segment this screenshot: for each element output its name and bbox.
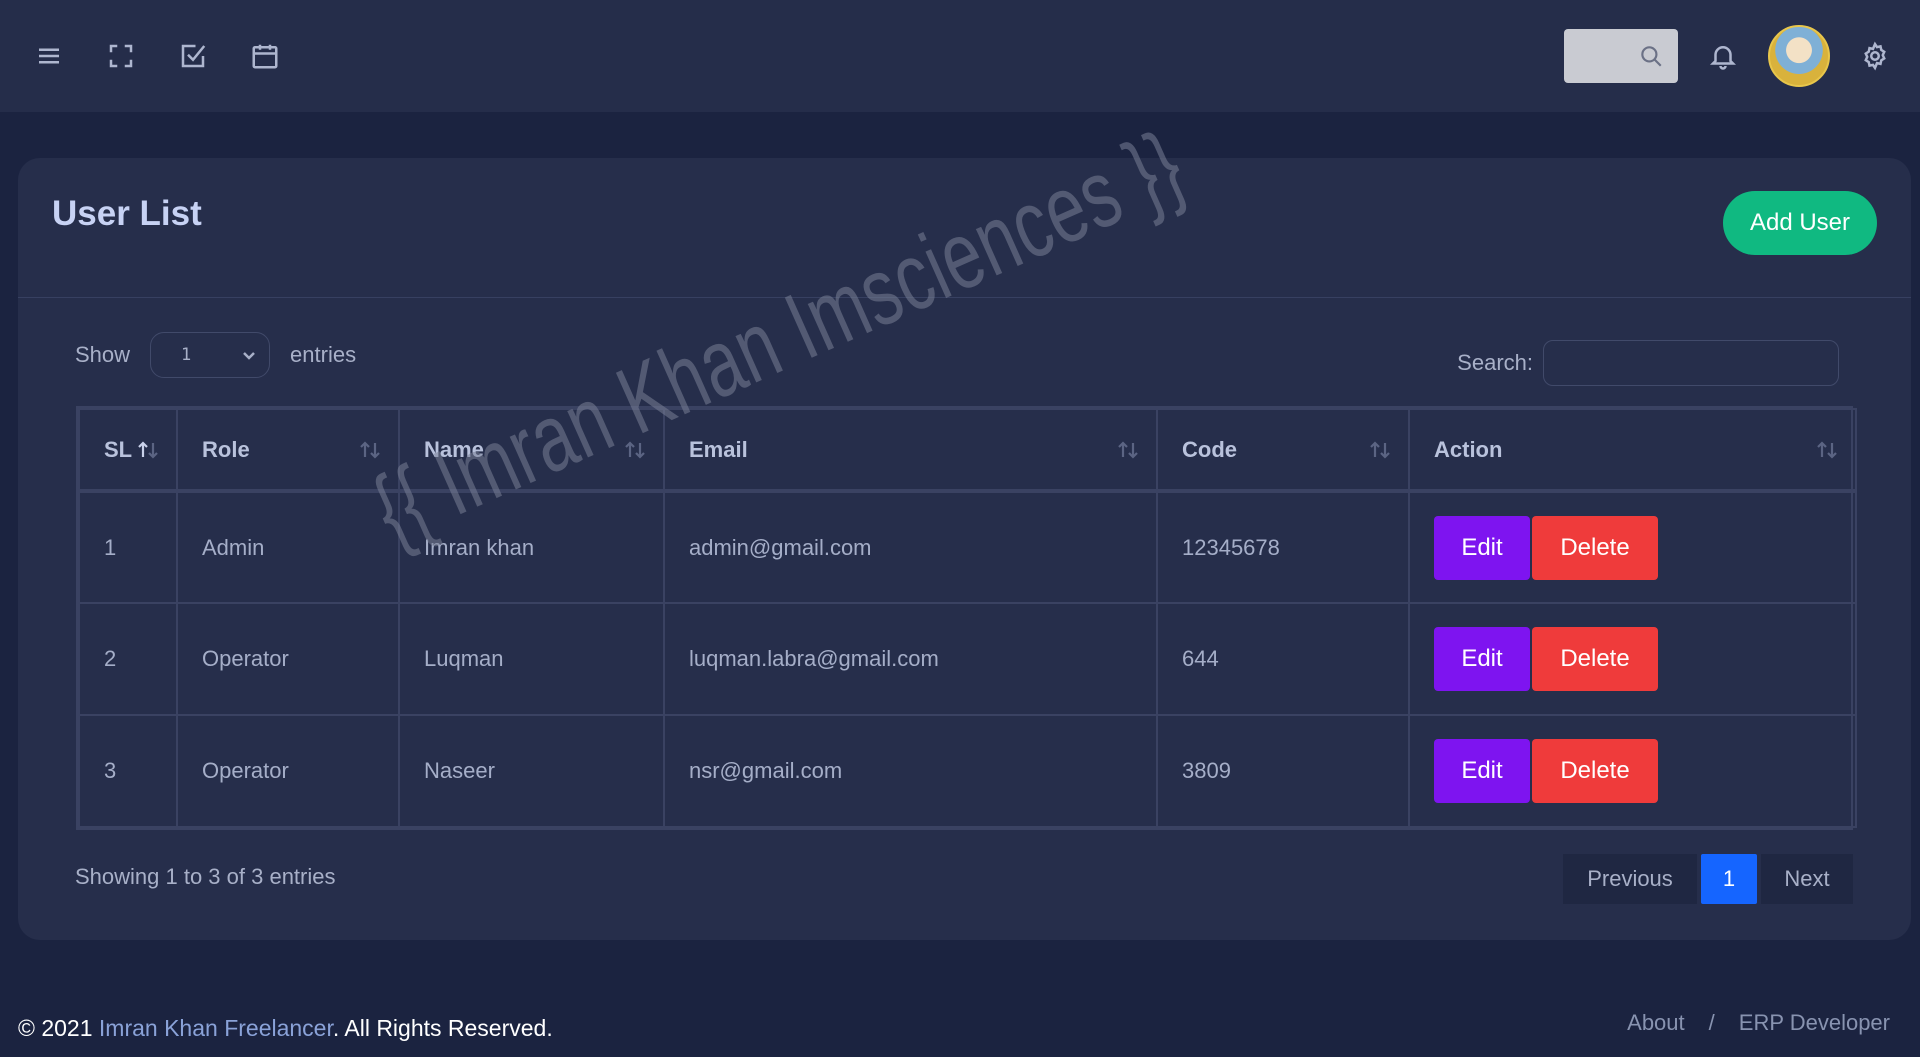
sort-asc-icon — [136, 439, 162, 461]
column-header-sl[interactable]: SL — [78, 408, 178, 493]
checkbox-icon[interactable] — [178, 41, 208, 71]
table-search: Search: — [1457, 340, 1839, 386]
cell-action: Edit Delete — [1408, 714, 1857, 828]
edit-button[interactable]: Edit — [1434, 515, 1530, 580]
cell-sl: 1 — [78, 490, 178, 604]
sort-icon — [1116, 439, 1142, 461]
entries-select[interactable]: 1 — [150, 332, 271, 378]
column-header-role[interactable]: Role — [176, 408, 400, 493]
column-header-action[interactable]: Action — [1408, 408, 1857, 493]
add-user-button[interactable]: Add User — [1723, 191, 1877, 255]
gear-icon[interactable] — [1860, 41, 1890, 71]
footer-separator: / — [1708, 1010, 1715, 1035]
navbar-left-icons — [34, 41, 280, 71]
cell-email: luqman.labra@gmail.com — [663, 602, 1158, 716]
table-controls: Show 1 entries Search: — [18, 298, 1911, 418]
search-input[interactable] — [1543, 340, 1839, 386]
table-row: 1 Admin Imran khan admin@gmail.com 12345… — [78, 490, 1857, 604]
cell-code: 3809 — [1156, 714, 1410, 828]
cell-email: admin@gmail.com — [663, 490, 1158, 604]
footer-links: About / ERP Developer — [1627, 1010, 1890, 1036]
table-row: 3 Operator Naseer nsr@gmail.com 3809 Edi… — [78, 714, 1857, 828]
cell-sl: 2 — [78, 602, 178, 716]
page-1-button[interactable]: 1 — [1701, 854, 1757, 904]
cell-name: Naseer — [398, 714, 665, 828]
avatar[interactable] — [1768, 25, 1830, 87]
brand-link[interactable]: Imran Khan Freelancer — [99, 1015, 333, 1041]
user-table: SL Role Name Email Code Action 1 Admin I… — [76, 406, 1857, 830]
pagination: Previous 1 Next — [1563, 854, 1853, 904]
next-page-button[interactable]: Next — [1761, 854, 1853, 904]
menu-icon[interactable] — [34, 41, 64, 71]
cell-sl: 3 — [78, 714, 178, 828]
column-header-email[interactable]: Email — [663, 408, 1158, 493]
copyright-year: © 2021 — [18, 1015, 93, 1041]
sort-icon — [623, 439, 649, 461]
column-header-name[interactable]: Name — [398, 408, 665, 493]
search-icon — [1641, 46, 1662, 67]
entries-length: Show 1 entries — [75, 332, 356, 378]
sort-icon — [1815, 439, 1841, 461]
edit-button[interactable]: Edit — [1434, 739, 1530, 803]
previous-page-button[interactable]: Previous — [1563, 854, 1697, 904]
cell-role: Admin — [176, 490, 400, 604]
cell-name: Luqman — [398, 602, 665, 716]
delete-button[interactable]: Delete — [1532, 627, 1658, 691]
rights-text: . All Rights Reserved. — [332, 1015, 553, 1041]
table-info: Showing 1 to 3 of 3 entries — [75, 864, 336, 889]
table-header-row: SL Role Name Email Code Action — [78, 408, 1857, 493]
navbar-right-tools — [1564, 25, 1890, 87]
entries-label: entries — [290, 342, 357, 367]
cell-action: Edit Delete — [1408, 602, 1857, 716]
user-list-card: User List Add User Show 1 entries Search… — [18, 158, 1911, 940]
cell-email: nsr@gmail.com — [663, 714, 1158, 828]
chevron-down-icon — [243, 352, 255, 360]
card-header: User List Add User — [18, 158, 1911, 298]
copyright: © 2021 Imran Khan Freelancer. All Rights… — [18, 1015, 553, 1042]
cell-code: 644 — [1156, 602, 1410, 716]
cell-role: Operator — [176, 714, 400, 828]
fullscreen-icon[interactable] — [106, 41, 136, 71]
top-navbar — [0, 0, 1920, 112]
cell-code: 12345678 — [1156, 490, 1410, 604]
cell-action: Edit Delete — [1408, 490, 1857, 604]
sort-icon — [1368, 439, 1394, 461]
calendar-icon[interactable] — [250, 41, 280, 71]
edit-button[interactable]: Edit — [1434, 627, 1530, 691]
cell-name: Imran khan — [398, 490, 665, 604]
search-label: Search: — [1457, 350, 1533, 375]
entries-select-value: 1 — [181, 345, 192, 365]
table-row: 2 Operator Luqman luqman.labra@gmail.com… — [78, 602, 1857, 716]
cell-role: Operator — [176, 602, 400, 716]
show-label: Show — [75, 342, 131, 367]
footer-link-about[interactable]: About — [1627, 1010, 1685, 1036]
column-header-code[interactable]: Code — [1156, 408, 1410, 493]
bell-icon[interactable] — [1708, 41, 1738, 71]
delete-button[interactable]: Delete — [1532, 739, 1658, 803]
page-title: User List — [52, 194, 202, 233]
sort-icon — [358, 439, 384, 461]
delete-button[interactable]: Delete — [1532, 515, 1658, 580]
footer-link-erp-developer[interactable]: ERP Developer — [1739, 1010, 1890, 1036]
navbar-search[interactable] — [1564, 29, 1678, 83]
